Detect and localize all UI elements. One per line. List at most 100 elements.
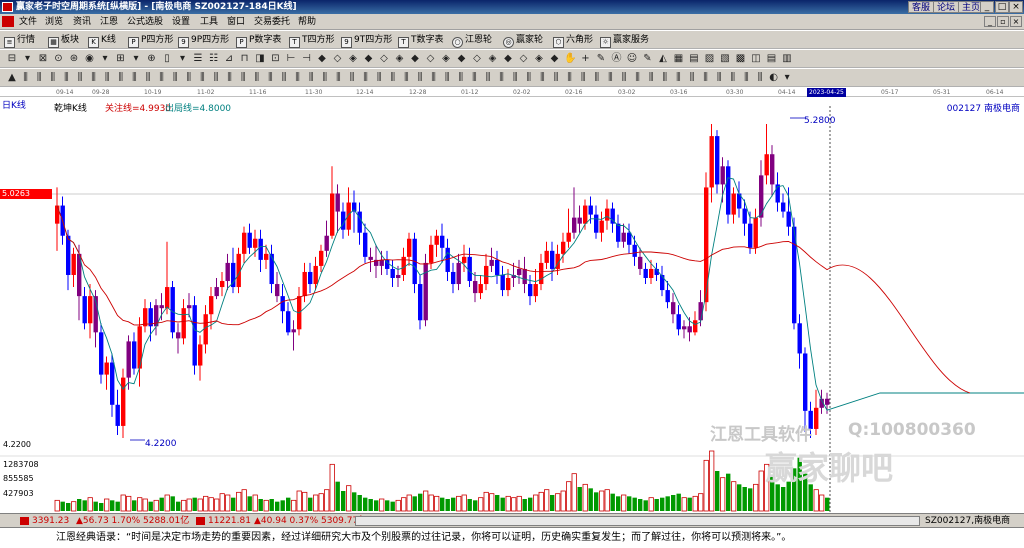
analysis-tool-icon[interactable]: ⫼	[672, 72, 684, 84]
draw-tool-icon[interactable]: ☰	[192, 53, 204, 65]
kline-chart-svg[interactable]	[0, 88, 1024, 513]
draw-tool-icon[interactable]: ◆	[316, 53, 328, 65]
draw-tool-icon[interactable]: ☺	[626, 53, 638, 65]
analysis-tool-icon[interactable]: ⫼	[618, 72, 630, 84]
analysis-tool-icon[interactable]: ⫼	[251, 72, 263, 84]
draw-tool-icon[interactable]: ▧	[719, 53, 731, 65]
draw-tool-icon[interactable]: ▾	[130, 53, 142, 65]
tb-kline[interactable]: K K线	[88, 33, 116, 48]
analysis-tool-icon[interactable]: ⫼	[482, 72, 494, 84]
draw-tool-icon[interactable]: ✎	[595, 53, 607, 65]
draw-tool-icon[interactable]: ✎	[642, 53, 654, 65]
analysis-tool-icon[interactable]: ⫼	[210, 72, 222, 84]
analysis-tool-icon[interactable]: ⫼	[169, 72, 181, 84]
analysis-tool-icon[interactable]: ⫼	[740, 72, 752, 84]
analysis-tool-icon[interactable]: ⫼	[754, 72, 766, 84]
draw-tool-icon[interactable]: ◇	[425, 53, 437, 65]
analysis-tool-icon[interactable]: ⫼	[414, 72, 426, 84]
draw-tool-icon[interactable]: ◆	[363, 53, 375, 65]
analysis-tool-icon[interactable]: ⫼	[441, 72, 453, 84]
analysis-tool-icon[interactable]: ⫼	[278, 72, 290, 84]
draw-tool-icon[interactable]: ▾	[99, 53, 111, 65]
menu-settings[interactable]: 设置	[172, 16, 190, 28]
analysis-tool-icon[interactable]: ⫼	[523, 72, 535, 84]
draw-tool-icon[interactable]: +	[580, 53, 592, 65]
analysis-tool-icon[interactable]: ⫼	[101, 72, 113, 84]
menu-tools[interactable]: 工具	[200, 16, 218, 28]
child-restore-button[interactable]: ▫	[997, 16, 1009, 27]
draw-tool-icon[interactable]: ▤	[688, 53, 700, 65]
customer-service-link[interactable]: 客服	[908, 1, 935, 13]
analysis-tool-icon[interactable]: ⫼	[373, 72, 385, 84]
analysis-tool-icon[interactable]: ⫼	[700, 72, 712, 84]
analysis-tool-icon[interactable]: ⫼	[74, 72, 86, 84]
draw-tool-icon[interactable]: ◆	[502, 53, 514, 65]
analysis-tool-icon[interactable]: ⫼	[319, 72, 331, 84]
tb-p-square[interactable]: P P四方形	[128, 33, 173, 48]
forum-link[interactable]: 论坛	[933, 1, 960, 13]
menu-browse[interactable]: 浏览	[45, 16, 63, 28]
analysis-tool-icon[interactable]: ⫼	[20, 72, 32, 84]
analysis-tool-icon[interactable]: ⫼	[292, 72, 304, 84]
tb-9t-square[interactable]: 9 9T四方形	[341, 33, 392, 48]
close-button[interactable]: ×	[1009, 1, 1023, 13]
draw-tool-icon[interactable]: ▩	[735, 53, 747, 65]
analysis-tool-icon[interactable]: ⫼	[591, 72, 603, 84]
tb-t-square[interactable]: T T四方形	[289, 33, 335, 48]
analysis-tool-icon[interactable]: ⫼	[128, 72, 140, 84]
menu-news[interactable]: 资讯	[73, 16, 91, 28]
draw-tool-icon[interactable]: ◨	[254, 53, 266, 65]
analysis-tool-icon[interactable]: ⫼	[88, 72, 100, 84]
draw-tool-icon[interactable]: ◈	[440, 53, 452, 65]
draw-tool-icon[interactable]: ⊕	[146, 53, 158, 65]
draw-tool-icon[interactable]: ▦	[673, 53, 685, 65]
analysis-tool-icon[interactable]: ⫼	[713, 72, 725, 84]
draw-tool-icon[interactable]: ▯	[161, 53, 173, 65]
draw-tool-icon[interactable]: ⊠	[37, 53, 49, 65]
analysis-tool-icon[interactable]: ⫼	[604, 72, 616, 84]
menu-formula[interactable]: 公式选股	[127, 16, 163, 28]
draw-tool-icon[interactable]: ◆	[456, 53, 468, 65]
analysis-tool-icon[interactable]: ⫼	[47, 72, 59, 84]
draw-tool-icon[interactable]: ⊟	[6, 53, 18, 65]
draw-tool-icon[interactable]: ◇	[332, 53, 344, 65]
child-close-button[interactable]: ×	[1010, 16, 1022, 27]
tb-p-number[interactable]: P P数字表	[236, 33, 281, 48]
child-minimize-button[interactable]: _	[984, 16, 996, 27]
tb-winner-wheel[interactable]: ◎ 赢家轮	[503, 33, 543, 48]
draw-tool-icon[interactable]: ▨	[704, 53, 716, 65]
analysis-tool-icon[interactable]: ⫼	[659, 72, 671, 84]
draw-tool-icon[interactable]: ◇	[471, 53, 483, 65]
analysis-tool-icon[interactable]: ⫼	[60, 72, 72, 84]
analysis-tool-icon[interactable]: ⫼	[237, 72, 249, 84]
analysis-tool-icon[interactable]: ⫼	[196, 72, 208, 84]
analysis-tool-icon[interactable]: ⫼	[387, 72, 399, 84]
analysis-tool-icon[interactable]: ⫼	[632, 72, 644, 84]
draw-tool-icon[interactable]: ⊡	[270, 53, 282, 65]
analysis-tool-icon[interactable]: ⫼	[305, 72, 317, 84]
analysis-tool-icon[interactable]: ⫼	[156, 72, 168, 84]
draw-tool-icon[interactable]: ⊞	[115, 53, 127, 65]
draw-tool-icon[interactable]: ◇	[378, 53, 390, 65]
analysis-tool-icon[interactable]: ⫼	[455, 72, 467, 84]
menu-window[interactable]: 窗口	[227, 16, 245, 28]
menu-trade[interactable]: 交易委托	[254, 16, 290, 28]
analysis-tool-icon[interactable]: ⫼	[577, 72, 589, 84]
tb-sectors[interactable]: ▦ 板块	[48, 33, 79, 48]
analysis-tool-icon[interactable]: ⫼	[142, 72, 154, 84]
analysis-tool-icon[interactable]: ⫼	[400, 72, 412, 84]
draw-tool-icon[interactable]: ⊣	[301, 53, 313, 65]
draw-tool-icon[interactable]: ◆	[409, 53, 421, 65]
maximize-button[interactable]: □	[995, 1, 1009, 13]
analysis-tool-icon[interactable]: ⫼	[428, 72, 440, 84]
draw-tool-icon[interactable]: ▾	[22, 53, 34, 65]
draw-tool-icon[interactable]: Ⓐ	[611, 53, 623, 65]
draw-tool-icon[interactable]: ☷	[208, 53, 220, 65]
analysis-tool-icon[interactable]: ⫼	[115, 72, 127, 84]
draw-tool-icon[interactable]: ⊿	[223, 53, 235, 65]
analysis-tool-icon[interactable]: ▲	[6, 72, 18, 84]
tb-quotes[interactable]: ≡ 行情	[4, 33, 35, 48]
analysis-tool-icon[interactable]: ⫼	[564, 72, 576, 84]
draw-tool-icon[interactable]: ◈	[394, 53, 406, 65]
analysis-tool-icon[interactable]: ⫼	[346, 72, 358, 84]
